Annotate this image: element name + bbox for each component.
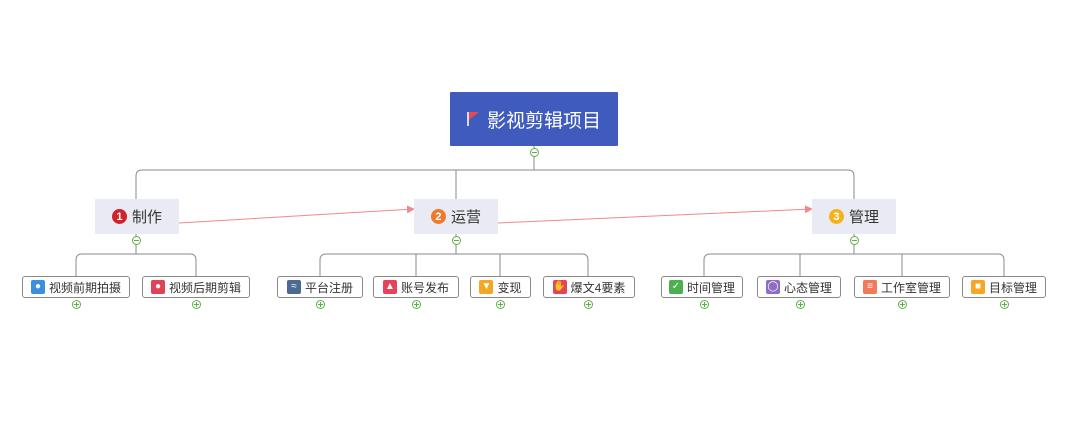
subtopic-label: 视频前期拍摄 bbox=[48, 280, 121, 295]
subtopic-studio-management[interactable]: ≡ 工作室管理 bbox=[854, 276, 950, 298]
folder-icon: ■ bbox=[970, 280, 985, 294]
lightbulb-icon: ◯ bbox=[765, 280, 780, 294]
expand-toggle[interactable] bbox=[1000, 300, 1009, 309]
subtopic-pre-shooting[interactable]: ● 视频前期拍摄 bbox=[22, 276, 130, 298]
subtopic-label: 账号发布 bbox=[400, 280, 449, 295]
subtopic-account-publishing[interactable]: ▲ 账号发布 bbox=[373, 276, 459, 298]
subtopic-label: 目标管理 bbox=[988, 280, 1037, 295]
subtopic-post-editing[interactable]: ● 视频后期剪辑 bbox=[142, 276, 250, 298]
subtopic-mindset-management[interactable]: ◯ 心态管理 bbox=[757, 276, 841, 298]
subtopic-label: 平台注册 bbox=[304, 280, 353, 295]
collapse-toggle[interactable] bbox=[850, 236, 859, 245]
trophy-icon: ▼ bbox=[479, 280, 494, 294]
expand-toggle[interactable] bbox=[496, 300, 505, 309]
fire-icon: ▲ bbox=[382, 280, 397, 294]
expand-toggle[interactable] bbox=[192, 300, 201, 309]
subtopic-goal-management[interactable]: ■ 目标管理 bbox=[962, 276, 1046, 298]
branch-topic-production[interactable]: 1 制作 bbox=[95, 199, 179, 234]
person-icon: ● bbox=[150, 280, 165, 294]
collapse-toggle[interactable] bbox=[452, 236, 461, 245]
priority-3-icon: 3 bbox=[828, 209, 844, 224]
root-topic-label: 影视剪辑项目 bbox=[486, 110, 601, 132]
subtopic-platform-registration[interactable]: ≈ 平台注册 bbox=[277, 276, 363, 298]
root-topic[interactable]: 影视剪辑项目 bbox=[450, 92, 618, 146]
subtopic-label: 心态管理 bbox=[783, 280, 832, 295]
subtopic-time-management[interactable]: ✓ 时间管理 bbox=[661, 276, 743, 298]
subtopic-label: 爆文4要素 bbox=[570, 280, 626, 295]
priority-1-icon: 1 bbox=[111, 209, 127, 224]
priority-2-icon: 2 bbox=[430, 209, 446, 224]
branch-topic-management[interactable]: 3 管理 bbox=[812, 199, 896, 234]
subtopic-monetization[interactable]: ▼ 变现 bbox=[470, 276, 531, 298]
expand-toggle[interactable] bbox=[316, 300, 325, 309]
checkbox-icon: ✓ bbox=[668, 280, 683, 294]
expand-toggle[interactable] bbox=[412, 300, 421, 309]
red-flag-icon bbox=[466, 112, 479, 126]
subtopic-viral-elements[interactable]: ✋ 爆文4要素 bbox=[543, 276, 635, 298]
relationship-arrow-1 bbox=[178, 205, 415, 224]
expand-toggle[interactable] bbox=[796, 300, 805, 309]
branch-label: 运营 bbox=[450, 209, 481, 226]
expand-toggle[interactable] bbox=[700, 300, 709, 309]
subtopic-label: 时间管理 bbox=[686, 280, 735, 295]
branch-label: 制作 bbox=[131, 209, 162, 226]
relationship-arrow-2 bbox=[497, 205, 813, 224]
subtopic-label: 工作室管理 bbox=[880, 280, 941, 295]
person-icon: ● bbox=[30, 280, 45, 294]
subtopic-label: 视频后期剪辑 bbox=[168, 280, 241, 295]
expand-toggle[interactable] bbox=[72, 300, 81, 309]
layers-icon: ≡ bbox=[862, 280, 877, 294]
subtopic-label: 变现 bbox=[497, 280, 522, 295]
collapse-toggle[interactable] bbox=[132, 236, 141, 245]
branch-label: 管理 bbox=[848, 209, 879, 226]
collapse-toggle[interactable] bbox=[530, 148, 539, 157]
branch-topic-operations[interactable]: 2 运营 bbox=[414, 199, 498, 234]
expand-toggle[interactable] bbox=[584, 300, 593, 309]
hand-icon: ✋ bbox=[552, 280, 567, 294]
handshake-icon: ≈ bbox=[286, 280, 301, 294]
expand-toggle[interactable] bbox=[898, 300, 907, 309]
